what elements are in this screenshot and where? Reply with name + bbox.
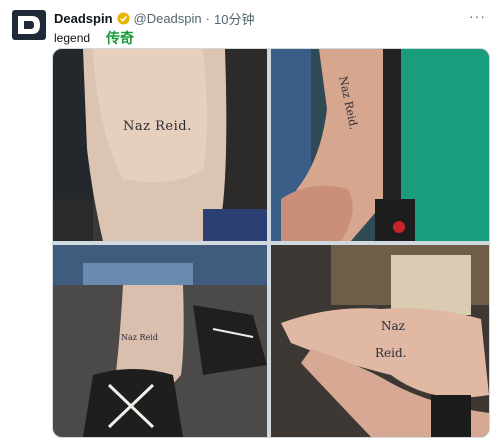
more-options-icon[interactable]: ··· [469,8,486,24]
separator: · [205,10,210,26]
tattoo-text-line-1: Naz [381,319,405,333]
tattoo-text: Naz Reid [121,333,158,342]
photo-3[interactable]: Naz Reid [53,245,267,437]
translation-text: 传奇 [106,30,135,46]
tweet-text: legend [54,31,91,45]
photo-1[interactable]: Naz Reid. [53,49,267,241]
verified-badge-icon [116,11,130,25]
photo-2[interactable]: Naz Reid. [271,49,489,241]
tweet-card: Deadspin @Deadspin · 10分钟 ··· legend 传奇 … [0,0,500,440]
deadspin-logo-icon [18,16,40,34]
author-name[interactable]: Deadspin [54,11,113,26]
photo-4-image [271,245,489,437]
avatar[interactable] [12,10,46,40]
photo-grid: Naz Reid. Naz Reid. Naz Reid Naz Reid. [52,48,490,438]
photo-3-image [53,245,267,437]
photo-2-image [271,49,489,241]
author-row: Deadspin @Deadspin · 10分钟 [54,9,254,28]
timestamp[interactable]: 10分钟 [214,9,254,28]
tweet-text-row: legend 传奇 [54,28,134,48]
tattoo-text-line-2: Reid. [375,346,407,360]
photo-1-image [53,49,267,241]
tattoo-text: Naz Reid. [123,119,192,134]
photo-4[interactable]: Naz Reid. [271,245,489,437]
author-handle[interactable]: @Deadspin [134,11,202,26]
